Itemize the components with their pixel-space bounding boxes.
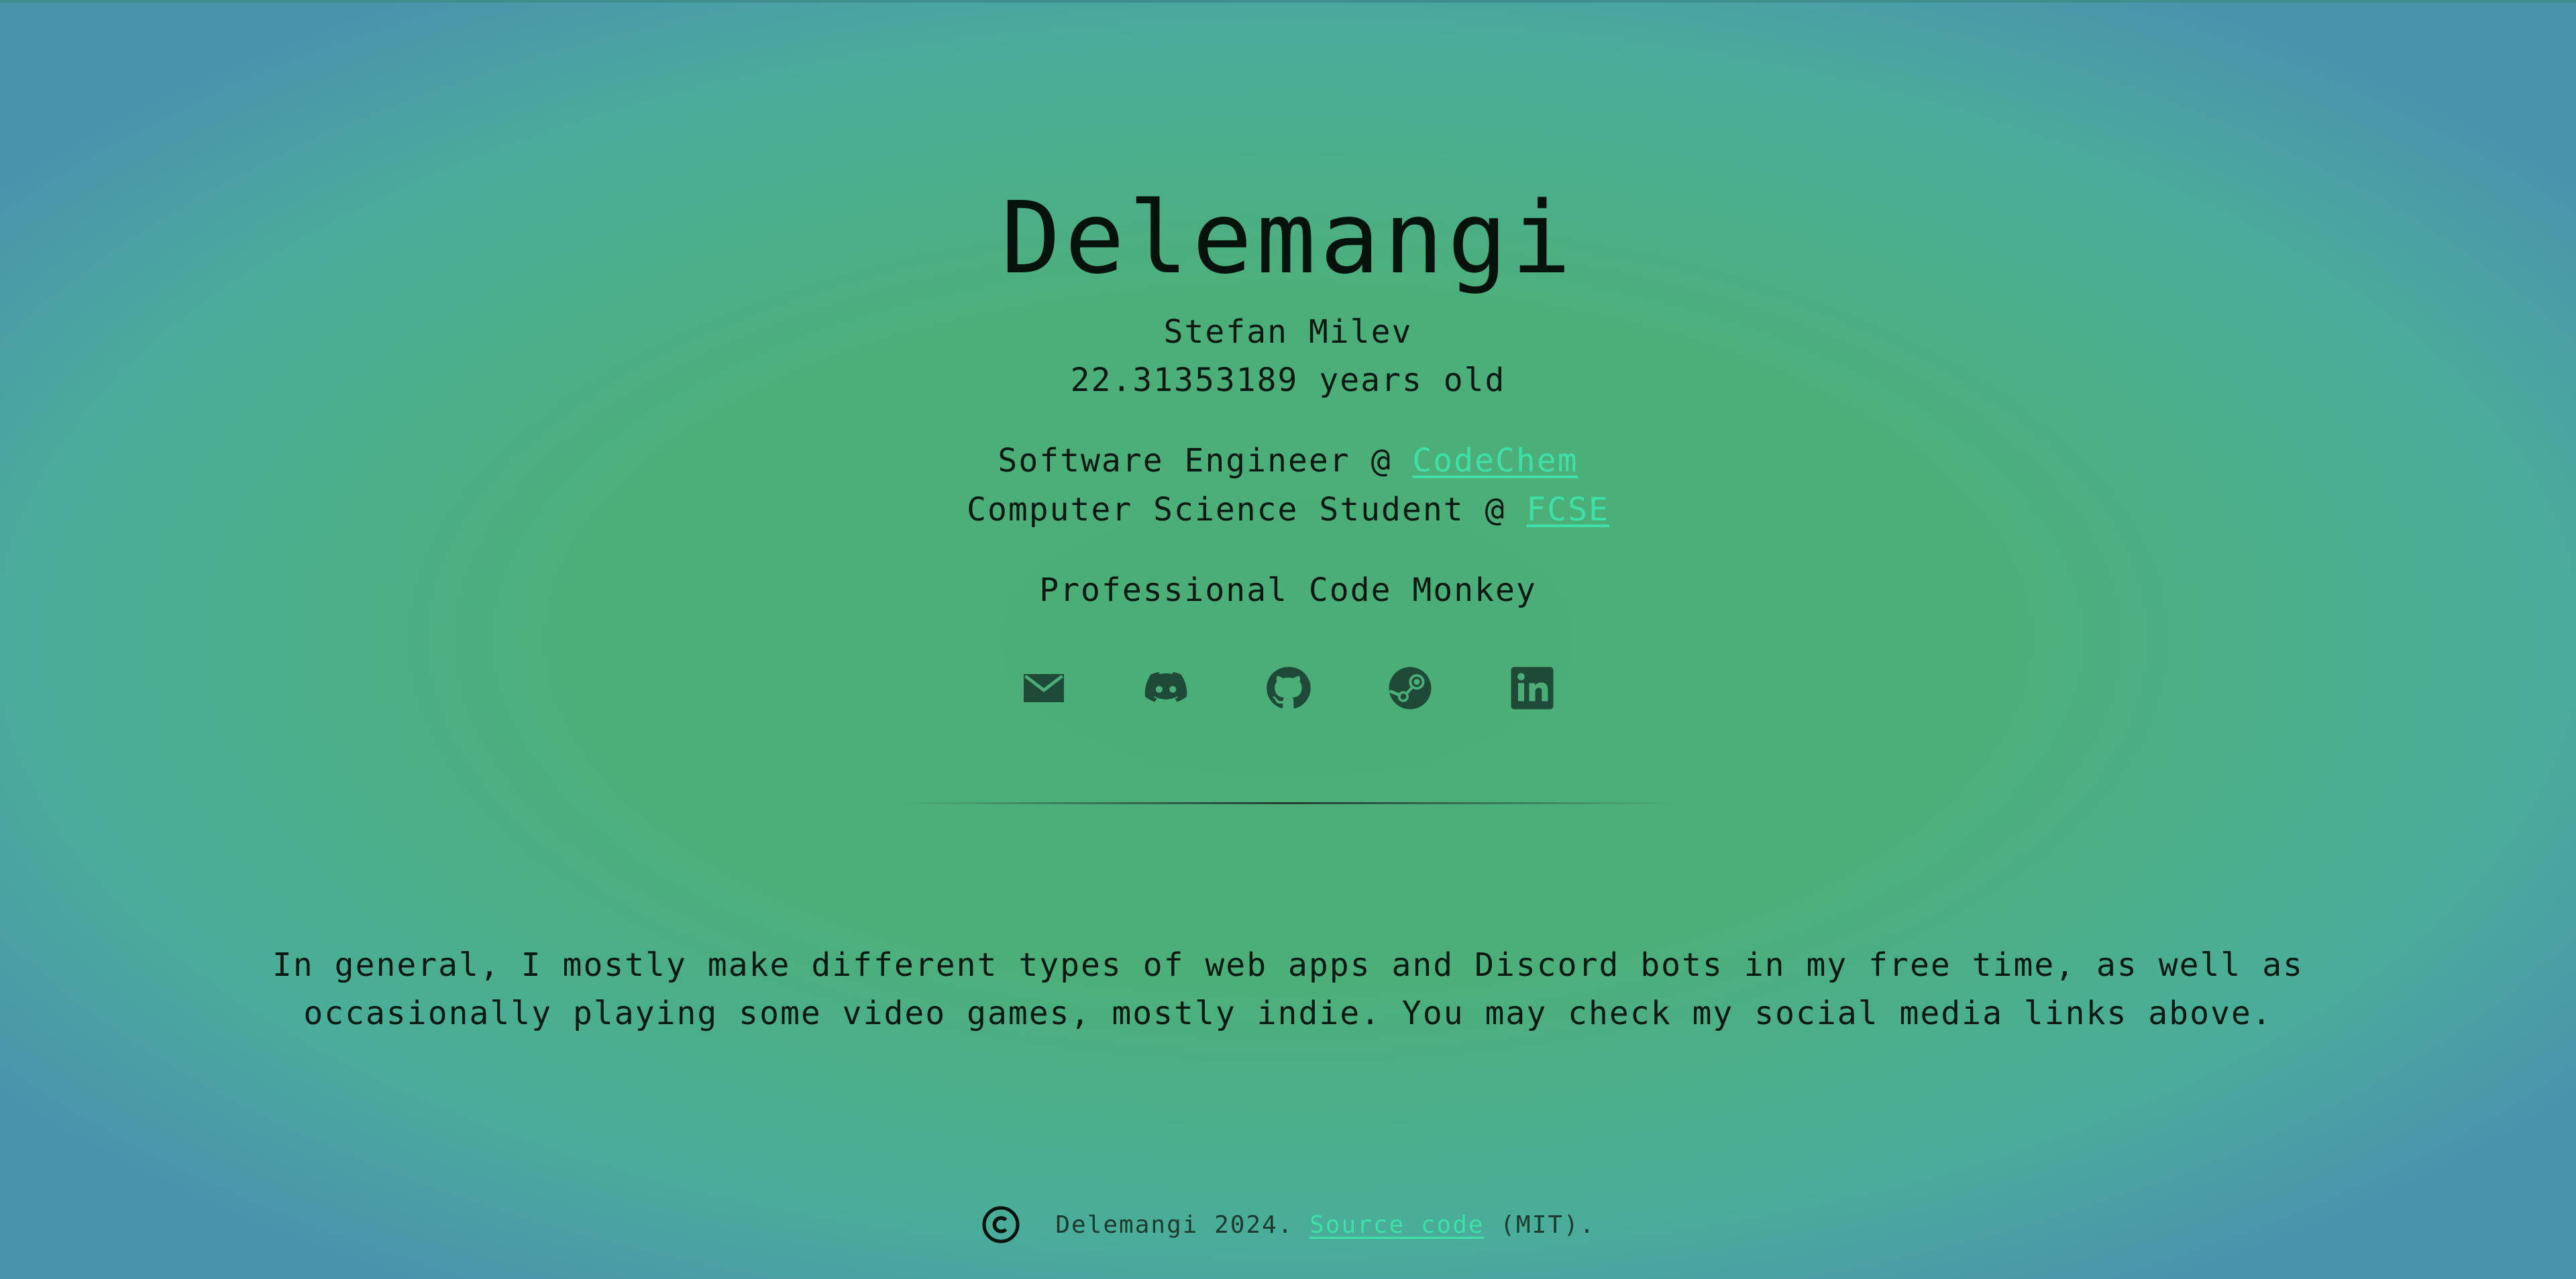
study-prefix: Computer Science Student @ [967,491,1527,529]
footer: Delemangi 2024. Source code (MIT). [0,1205,2576,1245]
steam-link[interactable] [1386,664,1434,712]
fcse-link[interactable]: FCSE [1526,491,1609,529]
job-line: Software Engineer @ CodeChem [0,441,2576,481]
study-line: Computer Science Student @ FCSE [0,490,2576,530]
tagline: Professional Code Monkey [1039,571,1537,609]
github-link[interactable] [1264,664,1312,712]
site-title: Delemangi [1001,180,1575,296]
copyright-icon [981,1205,1040,1245]
full-name: Stefan Milev [1163,313,1413,351]
footer-prefix: Delemangi 2024. [1039,1211,1310,1239]
codechem-link[interactable]: CodeChem [1412,442,1578,480]
social-links [0,664,2576,712]
linkedin-icon [1508,664,1556,712]
mail-link[interactable] [1020,664,1068,712]
steam-icon [1386,664,1434,712]
age-counter: 22.31353189 years old [1070,362,1506,399]
discord-link[interactable] [1142,664,1190,712]
top-edge [0,0,2576,3]
section-divider [899,802,1677,804]
about-paragraph: In general, I mostly make different type… [272,946,2304,1032]
discord-icon [1142,664,1190,712]
linkedin-link[interactable] [1508,664,1556,712]
footer-suffix: (MIT). [1484,1211,1596,1239]
source-code-link[interactable]: Source code [1309,1211,1484,1239]
github-icon [1264,664,1312,712]
mail-icon [1020,664,1068,712]
job-prefix: Software Engineer @ [998,442,1413,480]
